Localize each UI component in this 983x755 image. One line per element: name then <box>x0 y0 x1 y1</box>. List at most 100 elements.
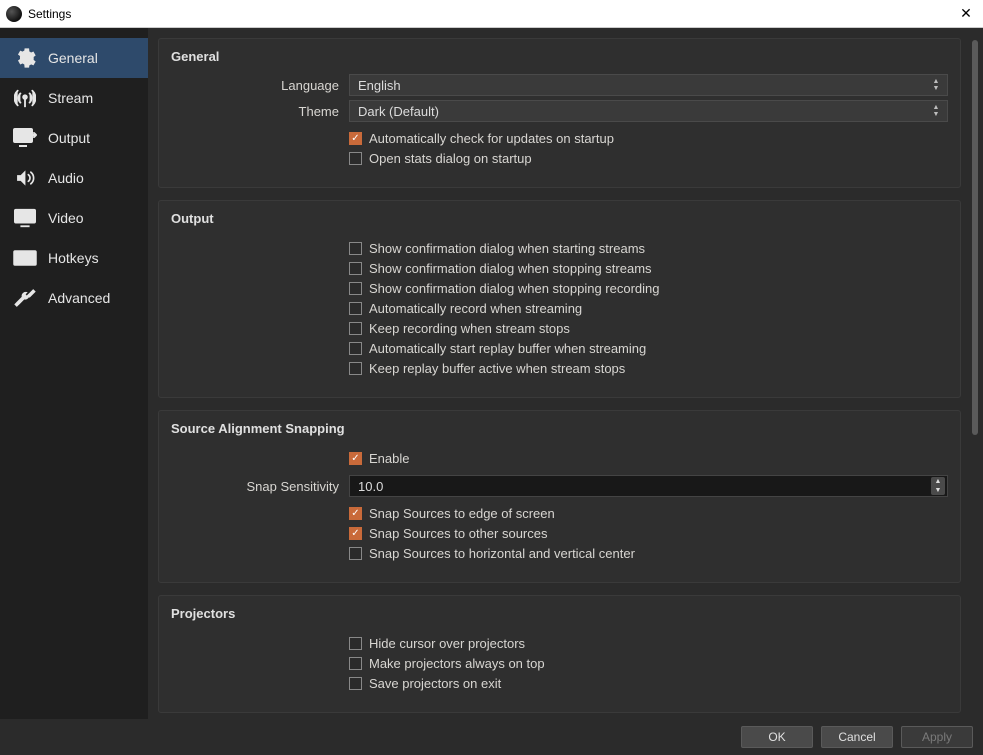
language-label: Language <box>171 78 349 93</box>
checkbox-label: Show confirmation dialog when stopping s… <box>369 261 652 276</box>
keyboard-icon <box>12 248 38 268</box>
group-general: General Language English ▲▼ Theme Dark <box>158 38 961 188</box>
window-title: Settings <box>28 7 71 21</box>
language-value: English <box>358 78 401 93</box>
projectors-checkbox[interactable]: Save projectors on exit <box>349 676 948 691</box>
scrollbar-thumb[interactable] <box>972 40 978 435</box>
checkbox-box <box>349 657 362 670</box>
checkbox-box <box>349 452 362 465</box>
broadcast-icon <box>12 88 38 108</box>
checkbox-label: Make projectors always on top <box>369 656 545 671</box>
checkbox-auto-update[interactable]: Automatically check for updates on start… <box>349 131 948 146</box>
output-icon <box>12 128 38 148</box>
ok-button[interactable]: OK <box>741 726 813 748</box>
checkbox-box <box>349 547 362 560</box>
snapping-checkbox[interactable]: Snap Sources to other sources <box>349 526 948 541</box>
checkbox-box <box>349 152 362 165</box>
snapping-checkbox[interactable]: Snap Sources to edge of screen <box>349 506 948 521</box>
checkbox-label: Enable <box>369 451 409 466</box>
sidebar-item-output[interactable]: Output <box>0 118 148 158</box>
checkbox-label: Save projectors on exit <box>369 676 501 691</box>
checkbox-box <box>349 677 362 690</box>
checkbox-open-stats[interactable]: Open stats dialog on startup <box>349 151 948 166</box>
checkbox-box <box>349 322 362 335</box>
checkbox-label: Snap Sources to other sources <box>369 526 548 541</box>
sidebar-item-stream[interactable]: Stream <box>0 78 148 118</box>
sidebar-item-general[interactable]: General <box>0 38 148 78</box>
checkbox-label: Show confirmation dialog when stopping r… <box>369 281 660 296</box>
language-select[interactable]: English ▲▼ <box>349 74 948 96</box>
output-checkbox[interactable]: Show confirmation dialog when stopping s… <box>349 261 948 276</box>
checkbox-label: Keep replay buffer active when stream st… <box>369 361 625 376</box>
group-output: Output Show confirmation dialog when sta… <box>158 200 961 398</box>
theme-value: Dark (Default) <box>358 104 439 119</box>
sidebar-item-advanced[interactable]: Advanced <box>0 278 148 318</box>
snap-sensitivity-label: Snap Sensitivity <box>171 479 349 494</box>
checkbox-label: Automatically record when streaming <box>369 301 582 316</box>
chevron-updown-icon: ▲▼ <box>929 75 943 95</box>
group-projectors: Projectors Hide cursor over projectors Ma… <box>158 595 961 713</box>
checkbox-box <box>349 527 362 540</box>
app-icon <box>6 6 22 22</box>
output-checkbox[interactable]: Automatically start replay buffer when s… <box>349 341 948 356</box>
snapping-checkbox[interactable]: Snap Sources to horizontal and vertical … <box>349 546 948 561</box>
settings-scroll-area: General Language English ▲▼ Theme Dark <box>158 38 967 719</box>
checkbox-label: Snap Sources to edge of screen <box>369 506 555 521</box>
checkbox-label: Hide cursor over projectors <box>369 636 525 651</box>
gear-icon <box>12 48 38 68</box>
sidebar-item-label: General <box>48 50 98 66</box>
output-checkbox[interactable]: Keep recording when stream stops <box>349 321 948 336</box>
vertical-scrollbar[interactable] <box>971 38 979 719</box>
theme-select[interactable]: Dark (Default) ▲▼ <box>349 100 948 122</box>
sidebar-item-label: Hotkeys <box>48 250 99 266</box>
checkbox-label: Automatically start replay buffer when s… <box>369 341 646 356</box>
snap-sensitivity-value: 10.0 <box>358 479 383 494</box>
theme-label: Theme <box>171 104 349 119</box>
projectors-checkbox[interactable]: Make projectors always on top <box>349 656 948 671</box>
checkbox-snapping-enable[interactable]: Enable <box>349 451 948 466</box>
group-title: Source Alignment Snapping <box>171 421 948 436</box>
checkbox-box <box>349 132 362 145</box>
checkbox-label: Snap Sources to horizontal and vertical … <box>369 546 635 561</box>
sidebar-item-audio[interactable]: Audio <box>0 158 148 198</box>
checkbox-box <box>349 637 362 650</box>
spin-updown-icon[interactable]: ▲▼ <box>931 477 945 495</box>
checkbox-label: Automatically check for updates on start… <box>369 131 614 146</box>
output-checkbox[interactable]: Show confirmation dialog when starting s… <box>349 241 948 256</box>
output-checklist: Show confirmation dialog when starting s… <box>349 236 948 381</box>
sidebar-item-label: Stream <box>48 90 93 106</box>
sidebar-item-hotkeys[interactable]: Hotkeys <box>0 238 148 278</box>
output-checkbox[interactable]: Keep replay buffer active when stream st… <box>349 361 948 376</box>
checkbox-box <box>349 342 362 355</box>
sidebar: General Stream Output Audio Video <box>0 28 148 719</box>
main-split: General Stream Output Audio Video <box>0 28 983 719</box>
cancel-button[interactable]: Cancel <box>821 726 893 748</box>
tools-icon <box>12 288 38 308</box>
snap-sensitivity-spinbox[interactable]: 10.0 ▲▼ <box>349 475 948 497</box>
sidebar-item-label: Audio <box>48 170 84 186</box>
group-title: Output <box>171 211 948 226</box>
sidebar-item-label: Output <box>48 130 90 146</box>
checkbox-box <box>349 242 362 255</box>
checkbox-box <box>349 262 362 275</box>
checkbox-box <box>349 507 362 520</box>
group-snapping: Source Alignment Snapping Enable Snap Se… <box>158 410 961 583</box>
checkbox-label: Open stats dialog on startup <box>369 151 532 166</box>
close-icon[interactable]: ✕ <box>955 3 977 25</box>
output-checkbox[interactable]: Automatically record when streaming <box>349 301 948 316</box>
group-title: Projectors <box>171 606 948 621</box>
sidebar-item-label: Advanced <box>48 290 110 306</box>
checkbox-label: Keep recording when stream stops <box>369 321 570 336</box>
speaker-icon <box>12 168 38 188</box>
monitor-icon <box>12 208 38 228</box>
group-title: General <box>171 49 948 64</box>
output-checkbox[interactable]: Show confirmation dialog when stopping r… <box>349 281 948 296</box>
sidebar-item-video[interactable]: Video <box>0 198 148 238</box>
projectors-checkbox[interactable]: Hide cursor over projectors <box>349 636 948 651</box>
checkbox-label: Show confirmation dialog when starting s… <box>369 241 645 256</box>
chevron-updown-icon: ▲▼ <box>929 101 943 121</box>
sidebar-item-label: Video <box>48 210 84 226</box>
checkbox-box <box>349 362 362 375</box>
titlebar: Settings ✕ <box>0 0 983 28</box>
apply-button[interactable]: Apply <box>901 726 973 748</box>
